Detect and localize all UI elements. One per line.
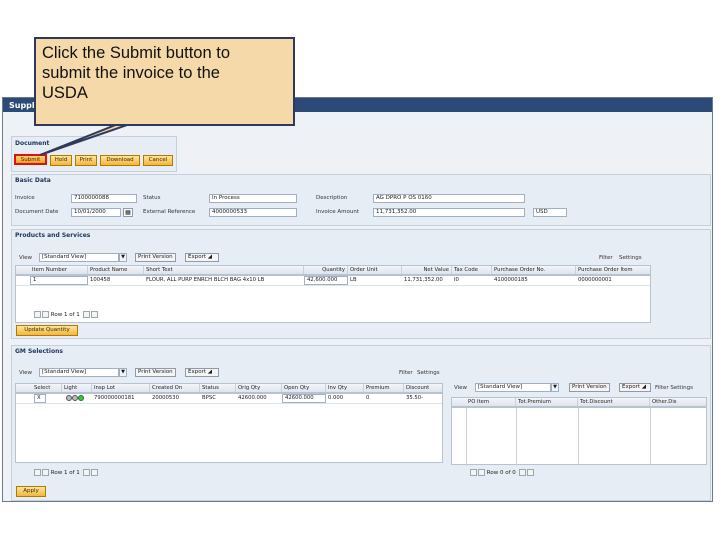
callout-arrow-shape: [39, 123, 150, 156]
instruction-callout: Click the Submit button to submit the in…: [34, 37, 295, 126]
callout-line-2: submit the invoice to the: [42, 64, 220, 82]
callout-line-1: Click the Submit button to: [42, 44, 231, 62]
callout-line-3: USDA: [42, 84, 88, 102]
